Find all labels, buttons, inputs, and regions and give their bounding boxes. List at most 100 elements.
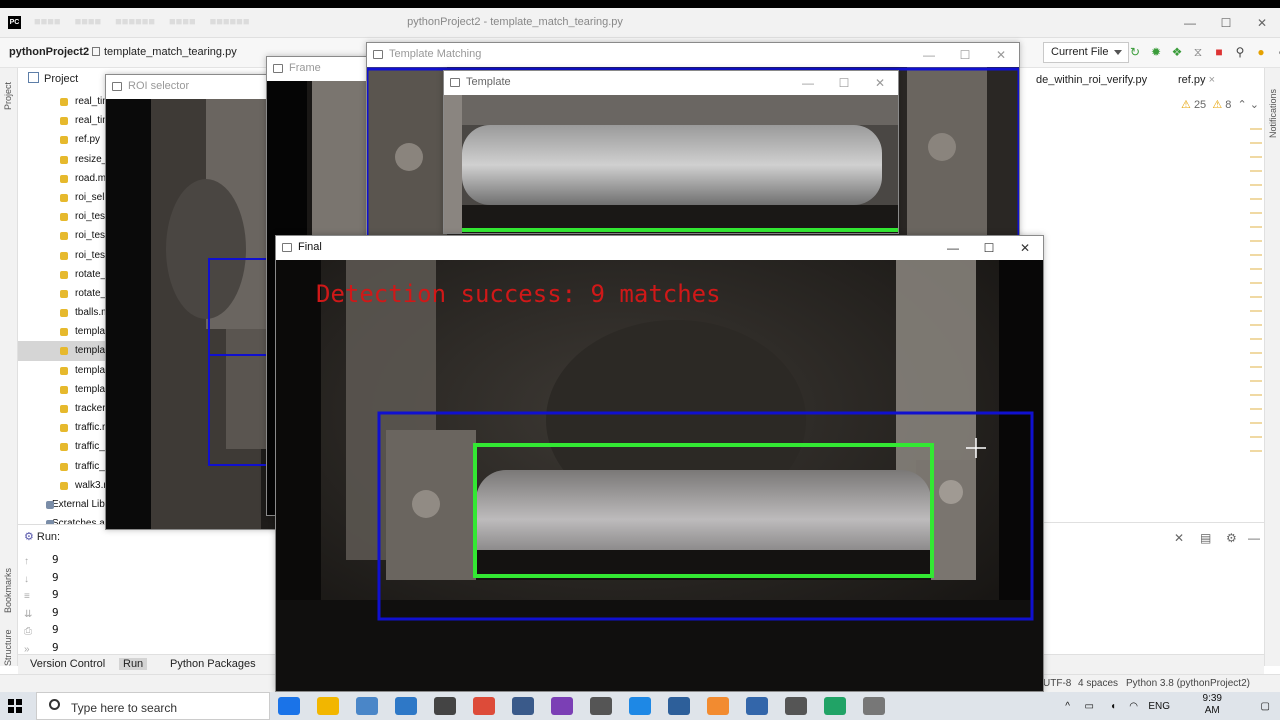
bookmarks-tool-tab[interactable]: Bookmarks (3, 568, 13, 613)
scroll-end-icon[interactable]: ⇊ (24, 606, 38, 624)
tree-item[interactable]: roi_test (18, 226, 108, 245)
status-encoding[interactable]: UTF-8 (1043, 678, 1071, 689)
close-icon[interactable]: ✕ (1174, 531, 1184, 545)
taskbar-app-icon[interactable] (512, 697, 534, 715)
tree-item[interactable]: real_tim (18, 111, 108, 130)
tree-item-selected[interactable]: templat (18, 341, 108, 361)
search-icon[interactable]: ⚲ (1233, 45, 1247, 59)
inspection-widget[interactable]: ⚠ 25 ⚠ 8 ⌃ ⌄ (1181, 98, 1259, 111)
tab-run[interactable]: Run (119, 658, 148, 670)
taskbar-app-icon[interactable] (824, 697, 846, 715)
chevron-up-icon[interactable]: ⌃ (1238, 99, 1247, 111)
tray-chevron-icon[interactable]: ^ (1065, 701, 1070, 712)
run-config-select[interactable]: Current File (1043, 42, 1130, 63)
tree-item[interactable]: rotate_l (18, 265, 108, 284)
minimize-button[interactable]: — (911, 43, 947, 67)
tree-item[interactable]: traffic.r (18, 418, 108, 437)
close-button[interactable]: ✕ (1007, 236, 1043, 260)
window-titlebar[interactable]: ROI selector (106, 75, 276, 99)
tab-version-control[interactable]: Version Control (26, 658, 109, 670)
close-button[interactable]: ✕ (1244, 8, 1280, 38)
tree-item[interactable]: road.m (18, 169, 108, 188)
status-indent[interactable]: 4 spaces (1078, 678, 1118, 689)
taskbar-app-icon[interactable] (785, 697, 807, 715)
taskbar-app-icon[interactable] (551, 697, 573, 715)
tree-item[interactable]: tracker_ (18, 399, 108, 418)
tree-item[interactable]: traffic_c (18, 457, 108, 476)
taskbar-app-icon[interactable] (863, 697, 885, 715)
tree-item[interactable]: templat (18, 361, 108, 380)
hide-panel-icon[interactable]: — (1248, 531, 1260, 545)
chevron-down-icon[interactable]: ⌄ (1250, 99, 1259, 111)
close-button[interactable]: ✕ (862, 71, 898, 95)
coverage-icon[interactable]: ❖ (1170, 45, 1184, 59)
tab-python-packages[interactable]: Python Packages (166, 658, 260, 670)
taskbar-app-icon[interactable] (395, 697, 417, 715)
scroll-down-icon[interactable]: ↓ (24, 571, 38, 589)
notifications-tool-tab[interactable]: Notifications (1268, 89, 1278, 138)
print-icon[interactable]: ⎙ (24, 623, 38, 641)
run-pane-header[interactable]: Run: (24, 530, 60, 543)
notification-icon[interactable]: ▢ (1261, 701, 1270, 712)
taskbar-app-icon[interactable] (356, 697, 378, 715)
project-tool-tab[interactable]: Project (3, 82, 13, 110)
minimize-button[interactable]: — (790, 71, 826, 95)
maximize-button[interactable]: ☐ (1208, 8, 1244, 38)
tree-item[interactable]: resize_t (18, 150, 108, 169)
project-pane-header[interactable]: Project (28, 72, 78, 85)
profile-icon[interactable]: ⧖ (1191, 45, 1205, 59)
tree-item[interactable]: tballs.m (18, 303, 108, 322)
debug-icon[interactable]: ✹ (1149, 45, 1163, 59)
taskbar-app-icon[interactable] (434, 697, 456, 715)
taskbar-app-icon[interactable] (473, 697, 495, 715)
tree-item[interactable]: walk3.r (18, 476, 108, 495)
volume-icon[interactable]: ◖ (1110, 701, 1116, 712)
language-indicator[interactable]: ENG (1148, 701, 1170, 712)
breadcrumb-file[interactable]: template_match_tearing.py (92, 46, 237, 58)
taskbar-app-icon[interactable] (668, 697, 690, 715)
maximize-button[interactable]: ☐ (826, 71, 862, 95)
layout-icon[interactable]: ▤ (1200, 531, 1211, 545)
template-image[interactable] (444, 95, 898, 233)
taskbar-app-icon[interactable] (707, 697, 729, 715)
start-button[interactable] (8, 699, 22, 713)
update-icon[interactable]: ● (1254, 45, 1268, 59)
taskbar-app-icon[interactable] (278, 697, 300, 715)
editor-tab-ref[interactable]: ref.py (1178, 74, 1215, 86)
final-image[interactable]: Detection success: 9 matches (276, 260, 1043, 691)
clock[interactable]: 9:39 AM (1203, 693, 1222, 717)
avatar-icon[interactable]: ◐ (1275, 45, 1280, 59)
scroll-up-icon[interactable]: ↑ (24, 553, 38, 571)
structure-tool-tab[interactable]: Structure (3, 629, 13, 666)
tree-item[interactable]: templat (18, 380, 108, 399)
roi-selector-image[interactable] (106, 99, 276, 529)
close-button[interactable]: ✕ (983, 43, 1019, 67)
window-titlebar[interactable]: Template — ☐ ✕ (444, 71, 898, 95)
window-titlebar[interactable]: Final — ☐ ✕ (276, 236, 1043, 260)
breadcrumb-project[interactable]: pythonProject2 (9, 46, 89, 58)
window-titlebar[interactable]: Template Matching — ☐ ✕ (367, 43, 1019, 67)
wifi-icon[interactable]: ◠ (1129, 701, 1138, 712)
maximize-button[interactable]: ☐ (971, 236, 1007, 260)
minimize-button[interactable]: — (1172, 8, 1208, 38)
maximize-button[interactable]: ☐ (947, 43, 983, 67)
external-libraries-item[interactable]: External Lib (18, 495, 108, 514)
rerun-icon[interactable]: ↻ (1128, 45, 1142, 59)
network-icon[interactable]: ▭ (1085, 701, 1094, 712)
tree-item[interactable]: ref.py (18, 130, 108, 149)
editor-tab[interactable]: de_within_roi_verify.py (1036, 74, 1147, 86)
gear-icon[interactable]: ⚙ (1226, 531, 1237, 545)
tree-item[interactable]: traffic_c (18, 437, 108, 456)
stop-icon[interactable]: ■ (1212, 45, 1226, 59)
tree-item[interactable]: templat (18, 322, 108, 341)
tree-item[interactable]: rotate_l (18, 284, 108, 303)
tree-item[interactable]: roi_test (18, 246, 108, 265)
minimize-button[interactable]: — (935, 236, 971, 260)
tree-item[interactable]: roi_test (18, 207, 108, 226)
taskbar-app-icon[interactable] (629, 697, 651, 715)
taskbar-app-icon[interactable] (317, 697, 339, 715)
taskbar-app-icon[interactable] (590, 697, 612, 715)
taskbar-app-icon[interactable] (746, 697, 768, 715)
soft-wrap-icon[interactable]: ≡ (24, 588, 38, 606)
status-interpreter[interactable]: Python 3.8 (pythonProject2) (1126, 678, 1250, 689)
